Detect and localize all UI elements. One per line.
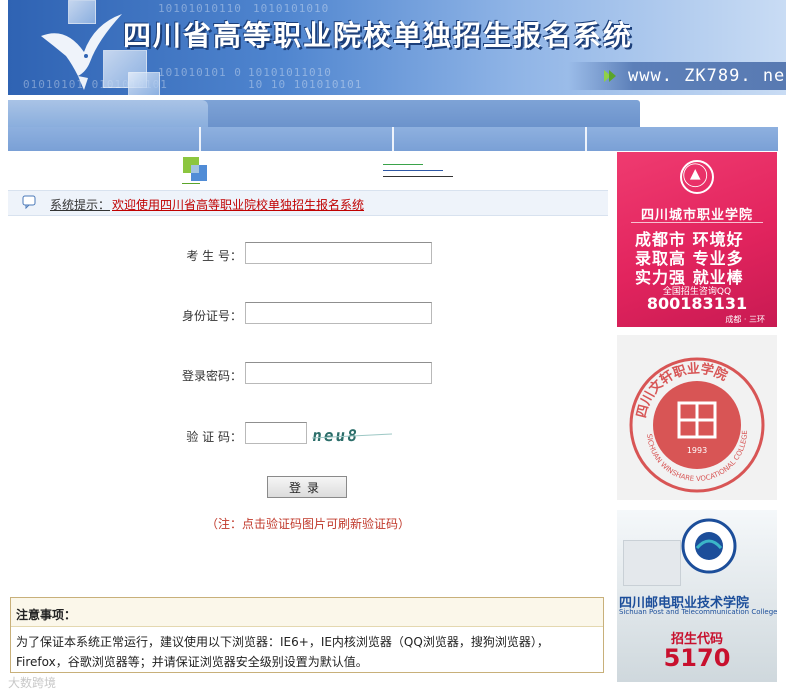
nav-tab-active[interactable]: [8, 100, 208, 127]
decorative-line: [383, 164, 423, 165]
college-logo-icon: [680, 160, 714, 194]
notice-title: 注意事项：: [16, 608, 77, 622]
seal-year: 1993: [687, 446, 707, 455]
seagull-icon: [41, 14, 122, 90]
login-button[interactable]: 登录: [267, 476, 347, 498]
password-label: 登录密码：: [181, 369, 242, 383]
decorative-line: [383, 170, 443, 171]
site-url: www. ZK789. net: [628, 66, 786, 86]
notice-line: 为了保证本系统正常运行，建议使用以下浏览器：IE6+，IE内核浏览器（QQ浏览器…: [16, 635, 549, 649]
ad1-qq-number: 800183131: [646, 294, 748, 313]
ad-sichuan-city-college[interactable]: 四川城市职业学院 成都市 环境好 录取高 专业多 实力强 就业棒 全国招生咨询Q…: [617, 152, 777, 327]
notice-line: Firefox，谷歌浏览器等；并请保证浏览器安全级别设置为默认值。: [16, 655, 368, 669]
header-banner: 10101010110 1010101010 101010101 0 10101…: [8, 0, 786, 95]
nav-bar-bottom: [8, 127, 778, 151]
tip-message-link[interactable]: 欢迎使用四川省高等职业院校单独招生报名系统: [112, 196, 364, 213]
exam-no-label: 考 生 号：: [186, 249, 242, 263]
chevron-right-icon: [604, 70, 616, 82]
ad3-enrollment-code: 5170: [663, 644, 731, 672]
nav-bar-top: [8, 100, 640, 127]
speech-bubble-icon: [22, 195, 36, 209]
ad3-english-name: Sichuan Post and Telecommunication Colle…: [619, 608, 777, 616]
notice-header: 注意事项：: [11, 598, 603, 627]
college-emblem-icon: [681, 518, 737, 574]
exam-no-input[interactable]: [245, 242, 432, 264]
notice-box: 注意事项： 为了保证本系统正常运行，建议使用以下浏览器：IE6+，IE内核浏览器…: [10, 597, 604, 673]
nav-item[interactable]: [8, 127, 201, 151]
captcha-label: 验 证 码：: [186, 430, 242, 444]
captcha-input[interactable]: [245, 422, 307, 444]
password-input[interactable]: [245, 362, 432, 384]
cube-decoration: [128, 72, 160, 95]
campus-building-image: [623, 540, 681, 586]
id-number-input[interactable]: [245, 302, 432, 324]
id-number-label: 身份证号：: [181, 309, 242, 323]
ad1-divider: [631, 222, 763, 223]
ad-winshare-college[interactable]: 四川文轩职业学院 SICHUAN WINSHARE VOCATIONAL COL…: [617, 335, 777, 500]
system-title: 四川省高等职业院校单独招生报名系统: [123, 19, 634, 52]
college-seal-icon: 四川文轩职业学院 SICHUAN WINSHARE VOCATIONAL COL…: [629, 357, 765, 493]
binary-decoration: 10 10 101010101: [248, 78, 363, 91]
decorative-line: [383, 176, 453, 177]
captcha-refresh-note: （注：点击验证码图片可刷新验证码）: [205, 517, 410, 531]
captcha-image[interactable]: neu8: [312, 424, 392, 446]
nav-item[interactable]: [394, 127, 587, 151]
nav-item[interactable]: [587, 127, 778, 151]
ad1-location: 成都 · 三环: [725, 315, 765, 324]
notice-body: 为了保证本系统正常运行，建议使用以下浏览器：IE6+，IE内核浏览器（QQ浏览器…: [16, 632, 596, 672]
nav-item[interactable]: [201, 127, 394, 151]
ad-post-telecom-college[interactable]: 四川邮电职业技术学院 Sichuan Post and Telecommunic…: [617, 510, 777, 682]
tip-label: 系统提示：: [50, 198, 111, 212]
binary-decoration: 101010101 0: [158, 66, 242, 79]
login-card-icon: [182, 157, 207, 184]
ad1-school-name: 四川城市职业学院: [640, 208, 753, 223]
system-tip-bar: 系统提示： 欢迎使用四川省高等职业院校单独招生报名系统: [8, 190, 608, 216]
watermark: 大数跨境: [8, 676, 57, 690]
